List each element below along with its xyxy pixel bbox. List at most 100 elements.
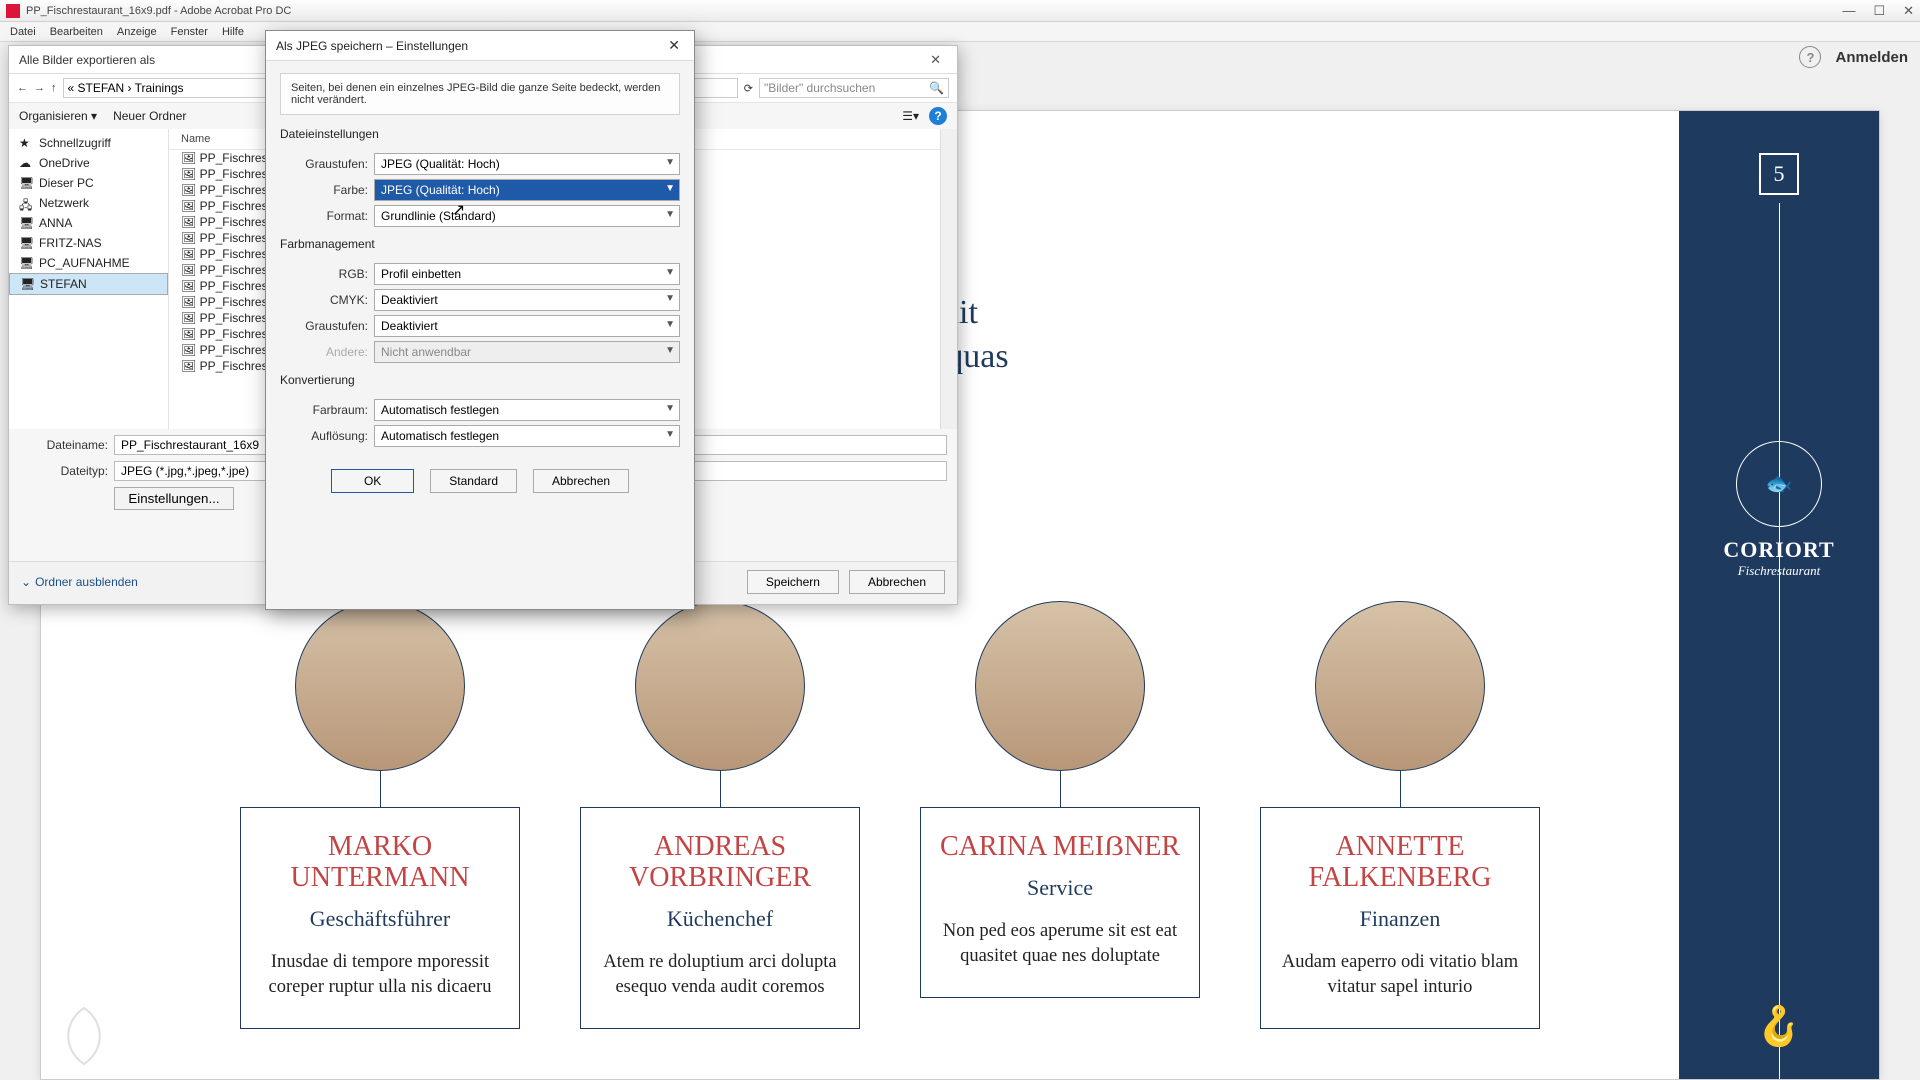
minimize-button[interactable]: — xyxy=(1842,3,1855,19)
chevron-down-icon: ▼ xyxy=(665,209,675,220)
page-number-chip: 5 xyxy=(1759,153,1799,195)
close-button[interactable]: ✕ xyxy=(1903,3,1914,19)
standard-button[interactable]: Standard xyxy=(430,469,517,493)
resolution-select[interactable]: Automatisch festlegen▼ xyxy=(374,425,680,447)
rgb-select[interactable]: Profil einbetten▼ xyxy=(374,263,680,285)
menu-datei[interactable]: Datei xyxy=(10,26,36,38)
brand-subtitle: Fischrestaurant xyxy=(1738,563,1821,579)
team-card: ANDREAS VORBRINGER Küchenchef Atem re do… xyxy=(580,601,860,1029)
grayscale2-select[interactable]: Deaktiviert▼ xyxy=(374,315,680,337)
maximize-button[interactable]: ☐ xyxy=(1873,3,1885,19)
cmyk-select[interactable]: Deaktiviert▼ xyxy=(374,289,680,311)
folder-tree[interactable]: ★Schnellzugriff☁OneDrive🖥Dieser PC🖧Netzw… xyxy=(9,129,169,429)
tree-node[interactable]: 🖧Netzwerk xyxy=(9,193,168,213)
organize-menu[interactable]: Organisieren ▾ xyxy=(19,109,97,123)
person-blurb: Atem re doluptium arci dolupta esequo ve… xyxy=(599,950,841,1000)
person-name: ANNETTE FALKENBERG xyxy=(1279,832,1521,894)
nav-fwd-icon[interactable]: → xyxy=(34,82,45,94)
person-role: Küchenchef xyxy=(599,906,841,932)
avatar xyxy=(975,601,1145,771)
other-select: Nicht anwendbar▼ xyxy=(374,341,680,363)
menu-bearbeiten[interactable]: Bearbeiten xyxy=(50,26,103,38)
toolbar-right: ? Anmelden xyxy=(1799,46,1908,68)
nav-back-icon[interactable]: ← xyxy=(17,82,28,94)
refresh-icon[interactable]: ⟳ xyxy=(744,82,753,95)
new-folder-button[interactable]: Neuer Ordner xyxy=(113,109,186,123)
folder-icon: 🖥 xyxy=(19,216,33,230)
folder-icon: 🖥 xyxy=(19,256,33,270)
tree-node[interactable]: 🖥Dieser PC xyxy=(9,173,168,193)
folder-icon: 🖥 xyxy=(20,277,34,291)
colorspace-select[interactable]: Automatisch festlegen▼ xyxy=(374,399,680,421)
cancel-button[interactable]: Abbrechen xyxy=(849,570,945,594)
menu-hilfe[interactable]: Hilfe xyxy=(222,26,244,38)
team-cards: MARKO UNTERMANN Geschäftsführer Inusdae … xyxy=(161,601,1619,1029)
chevron-down-icon: ▼ xyxy=(665,345,675,356)
person-name: ANDREAS VORBRINGER xyxy=(599,832,841,894)
tree-node[interactable]: ☁OneDrive xyxy=(9,153,168,173)
brand-logo: 🐟 CORIORT Fischrestaurant xyxy=(1723,441,1834,579)
group-file: Dateieinstellungen xyxy=(280,127,379,145)
grayscale-select[interactable]: JPEG (Qualität: Hoch)▼ xyxy=(374,153,680,175)
filename-label: Dateiname: xyxy=(19,438,114,452)
tree-node[interactable]: 🖥ANNA xyxy=(9,213,168,233)
menu-fenster[interactable]: Fenster xyxy=(171,26,208,38)
fish-icon: 🐟 xyxy=(1736,441,1822,527)
brand-name: CORIORT xyxy=(1723,537,1834,563)
team-card: ANNETTE FALKENBERG Finanzen Audam eaperr… xyxy=(1260,601,1540,1029)
tree-node[interactable]: 🖥STEFAN xyxy=(9,273,168,295)
person-name: CARINA MEIẞNER xyxy=(939,832,1181,863)
color-select[interactable]: JPEG (Qualität: Hoch)▼ xyxy=(374,179,680,201)
help-icon[interactable]: ? xyxy=(929,107,947,125)
help-icon[interactable]: ? xyxy=(1799,46,1821,68)
avatar xyxy=(635,601,805,771)
avatar xyxy=(1315,601,1485,771)
close-icon[interactable]: ✕ xyxy=(924,52,947,68)
view-mode-icon[interactable]: ☰▾ xyxy=(902,109,919,123)
folder-icon: 🖥 xyxy=(19,176,33,190)
jpeg-settings-dialog: Als JPEG speichern – Einstellungen ✕ Sei… xyxy=(265,30,695,610)
group-color: Farbmanagement xyxy=(280,237,375,255)
team-card: MARKO UNTERMANN Geschäftsführer Inusdae … xyxy=(240,601,520,1029)
nav-up-icon[interactable]: ↑ xyxy=(51,82,57,94)
save-button[interactable]: Speichern xyxy=(747,570,839,594)
brand-divider xyxy=(1779,203,1780,1079)
person-blurb: Non ped eos aperume sit est eat quasitet… xyxy=(939,919,1181,969)
group-convert: Konvertierung xyxy=(280,373,355,391)
person-role: Finanzen xyxy=(1279,906,1521,932)
folder-icon: 🖥 xyxy=(19,236,33,250)
settings-note: Seiten, bei denen ein einzelnes JPEG-Bil… xyxy=(280,73,680,115)
person-role: Geschäftsführer xyxy=(259,906,501,932)
search-icon[interactable]: 🔍 xyxy=(929,81,944,95)
chevron-down-icon: ▼ xyxy=(665,157,675,168)
acrobat-icon xyxy=(6,4,20,18)
tree-node[interactable]: ★Schnellzugriff xyxy=(9,133,168,153)
chevron-down-icon: ▼ xyxy=(665,319,675,330)
tree-node[interactable]: 🖥FRITZ-NAS xyxy=(9,233,168,253)
chevron-down-icon: ▼ xyxy=(665,183,675,194)
chevron-down-icon: ⌄ xyxy=(21,575,31,589)
person-blurb: Audam eaperro odi vitatio blam vitatur s… xyxy=(1279,950,1521,1000)
filetype-label: Dateityp: xyxy=(19,464,114,478)
search-input[interactable]: "Bilder" durchsuchen 🔍 xyxy=(759,78,949,98)
login-link[interactable]: Anmelden xyxy=(1835,49,1908,66)
folder-toggle[interactable]: ⌄Ordner ausblenden xyxy=(21,575,138,589)
person-blurb: Inusdae di tempore mporessit coreper rup… xyxy=(259,950,501,1000)
team-card: CARINA MEIẞNER Service Non ped eos aperu… xyxy=(920,601,1200,1029)
folder-icon: ★ xyxy=(19,136,33,150)
app-titlebar: PP_Fischrestaurant_16x9.pdf - Adobe Acro… xyxy=(0,0,1920,22)
window-controls: — ☐ ✕ xyxy=(1842,3,1914,19)
chevron-down-icon: ▼ xyxy=(665,403,675,414)
format-select[interactable]: Grundlinie (Standard)▼ xyxy=(374,205,680,227)
menu-anzeige[interactable]: Anzeige xyxy=(117,26,157,38)
ok-button[interactable]: OK xyxy=(331,469,414,493)
close-icon[interactable]: ✕ xyxy=(664,37,684,54)
settings-button[interactable]: Einstellungen... xyxy=(114,487,234,510)
watermark-icon xyxy=(49,1001,119,1071)
person-name: MARKO UNTERMANN xyxy=(259,832,501,894)
scrollbar[interactable] xyxy=(940,129,957,429)
cancel-button[interactable]: Abbrechen xyxy=(533,469,629,493)
chevron-down-icon: ▼ xyxy=(665,267,675,278)
tree-node[interactable]: 🖥PC_AUFNAHME xyxy=(9,253,168,273)
avatar xyxy=(295,601,465,771)
